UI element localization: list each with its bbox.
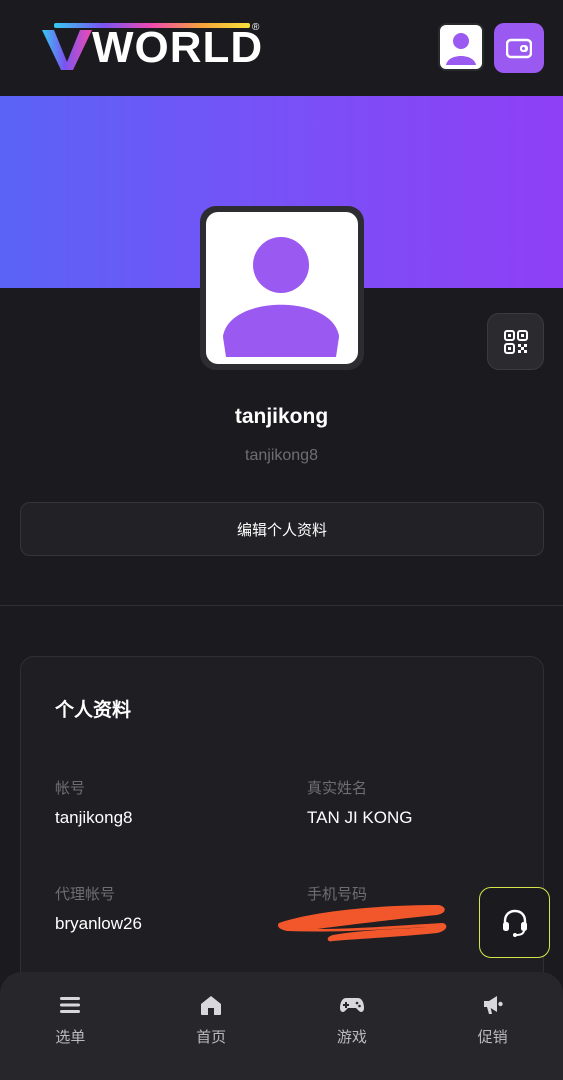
customer-support-button[interactable] [479, 887, 550, 958]
user-avatar-icon [223, 237, 339, 357]
nav-label-games: 游戏 [336, 1029, 367, 1046]
gamepad-icon [339, 992, 365, 1018]
field-label-account: 帐号 [55, 780, 86, 797]
qr-code-button[interactable] [487, 313, 544, 370]
profile-user-id: tanjikong8 [245, 447, 318, 464]
field-value-real-name: TAN JI KONG [307, 808, 413, 827]
headset-icon [502, 909, 527, 937]
app-header: WORLD ® [0, 0, 563, 96]
logo-registered-mark: ® [252, 22, 260, 33]
header-avatar-button[interactable] [438, 23, 484, 71]
user-avatar-icon [446, 33, 476, 65]
profile-username: tanjikong [234, 405, 329, 428]
redaction-scribble [277, 905, 447, 942]
nav-item-home[interactable]: 首页 [141, 972, 282, 1080]
field-value-agent-account: bryanlow26 [55, 914, 142, 933]
logo-text: WORLD [92, 23, 264, 72]
field-label-real-name: 真实姓名 [307, 780, 368, 797]
megaphone-icon [480, 992, 506, 1018]
qr-code-icon [503, 329, 528, 354]
logo-v-icon [42, 30, 92, 70]
nav-item-games[interactable]: 游戏 [282, 972, 423, 1080]
profile-avatar[interactable] [200, 206, 364, 370]
nav-item-menu[interactable]: 选单 [0, 972, 141, 1080]
nav-item-promotions[interactable]: 促销 [422, 972, 563, 1080]
nav-label-home: 首页 [196, 1029, 227, 1046]
field-value-account: tanjikong8 [55, 808, 133, 827]
card-title: 个人资料 [55, 700, 132, 721]
profile-info-card: 个人资料 帐号 tanjikong8 真实姓名 TAN JI KONG 代理帐号… [20, 656, 544, 986]
home-icon [198, 992, 224, 1018]
wallet-button[interactable] [494, 23, 544, 73]
nav-label-menu: 选单 [55, 1029, 86, 1046]
section-divider [0, 605, 563, 606]
vworld-logo[interactable]: WORLD ® [40, 22, 265, 74]
edit-profile-button[interactable]: 编辑个人资料 [20, 502, 544, 556]
bottom-navigation: 选单 首页 游戏 促销 [0, 972, 563, 1080]
nav-label-promotions: 促销 [477, 1029, 508, 1046]
wallet-icon [506, 38, 532, 59]
menu-icon [57, 992, 83, 1018]
field-label-agent-account: 代理帐号 [55, 886, 116, 903]
